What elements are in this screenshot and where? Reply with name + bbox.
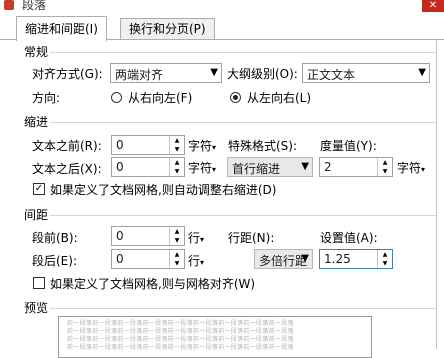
- spin-up-icon[interactable]: ▲: [170, 250, 184, 259]
- space-before-unit-text: 行: [188, 231, 201, 245]
- space-after-unit[interactable]: 行▾: [188, 252, 204, 269]
- setting-value: 1.25: [324, 252, 351, 266]
- spinner-buttons: ▲ ▼: [377, 250, 392, 268]
- indent-section-title: 缩进: [24, 115, 49, 129]
- caret-down-icon: ▾: [212, 165, 217, 174]
- spinner-buttons: ▲ ▼: [169, 158, 184, 176]
- preview-section-title: 预览: [24, 301, 49, 315]
- space-after-unit-text: 行: [188, 254, 201, 268]
- spinner-buttons: ▲ ▼: [169, 227, 184, 245]
- chevron-down-icon: ▼: [301, 253, 309, 264]
- measure-spinner[interactable]: 2 ▲ ▼: [319, 157, 393, 177]
- ltr-radio[interactable]: [230, 92, 241, 103]
- space-before-spinner[interactable]: 0 ▲ ▼: [111, 226, 185, 246]
- preview-line: 前一段落前一段落前一段落前一段落前一段落前一段落前一段落前一段落前一段落: [67, 336, 294, 343]
- tab-line-page-breaks[interactable]: 换行和分页(P): [120, 18, 215, 39]
- special-format-label: 特殊格式(S):: [228, 139, 298, 153]
- spin-up-icon[interactable]: ▲: [378, 250, 392, 259]
- snap-to-grid-label[interactable]: 如果定义了文档网格,则与网格对齐(W): [50, 275, 255, 292]
- line-spacing-select[interactable]: 多倍行距 ▼: [254, 249, 313, 269]
- space-before-unit[interactable]: 行▾: [188, 229, 204, 246]
- outline-level-value: 正文文本: [307, 68, 356, 82]
- measure-unit[interactable]: 字符▾: [397, 159, 425, 176]
- ltr-label[interactable]: 从左向右(L): [247, 89, 311, 106]
- spin-up-icon[interactable]: ▲: [170, 158, 184, 167]
- general-divider: [50, 52, 436, 53]
- outline-level-select[interactable]: 正文文本 ▼: [302, 63, 430, 83]
- indent-before-value: 0: [116, 138, 124, 152]
- snap-to-grid-checkbox[interactable]: [33, 277, 45, 289]
- tab-bar: 缩进和间距(I) 换行和分页(P): [0, 16, 444, 41]
- general-section-title: 常规: [24, 45, 49, 59]
- spin-down-icon[interactable]: ▼: [378, 259, 392, 268]
- caret-down-icon: ▾: [200, 258, 205, 267]
- tab-indent-spacing[interactable]: 缩进和间距(I): [16, 16, 107, 41]
- special-format-value: 首行缩进: [232, 162, 281, 176]
- caret-down-icon: ▾: [200, 235, 205, 244]
- measure-label: 度量值(Y):: [320, 139, 377, 153]
- spin-down-icon[interactable]: ▼: [170, 167, 184, 176]
- space-before-label: 段前(B):: [32, 231, 78, 245]
- spinner-buttons: ▲ ▼: [169, 136, 184, 154]
- alignment-select[interactable]: 两端对齐 ▼: [110, 63, 222, 83]
- space-before-value: 0: [116, 229, 124, 243]
- direction-label: 方向:: [32, 91, 61, 105]
- indent-before-unit-text: 字符: [188, 139, 213, 153]
- spacing-section-title: 间距: [24, 208, 49, 222]
- spin-down-icon[interactable]: ▼: [170, 236, 184, 245]
- rtl-label[interactable]: 从右向左(F): [128, 89, 192, 106]
- measure-unit-text: 字符: [397, 161, 422, 175]
- line-spacing-label: 行距(N):: [228, 231, 275, 245]
- setting-value-label: 设置值(A):: [320, 231, 378, 245]
- preview-divider: [50, 308, 436, 309]
- spin-down-icon[interactable]: ▼: [170, 145, 184, 154]
- rtl-radio[interactable]: [111, 92, 122, 103]
- indent-after-spinner[interactable]: 0 ▲ ▼: [111, 157, 185, 177]
- dialog-right-border: [436, 40, 437, 349]
- spin-up-icon[interactable]: ▲: [378, 158, 392, 167]
- indent-after-label: 文本之后(X):: [32, 162, 102, 176]
- close-button[interactable]: ✕: [422, 0, 444, 12]
- indent-before-spinner[interactable]: 0 ▲ ▼: [111, 135, 185, 155]
- caret-down-icon: ▾: [421, 165, 426, 174]
- preview-line: 前一段落前一段落前一段落前一段落前一段落前一段落前一段落前一段落前一段落: [67, 320, 294, 327]
- chevron-down-icon: ▼: [210, 67, 218, 78]
- setting-value-spinner[interactable]: 1.25 ▲ ▼: [319, 249, 393, 269]
- outline-level-label: 大纲级别(O):: [227, 67, 298, 81]
- auto-adjust-right-indent-checkbox[interactable]: ✓: [33, 183, 45, 195]
- indent-after-unit[interactable]: 字符▾: [188, 159, 216, 176]
- app-icon: [4, 0, 14, 10]
- indent-after-value: 0: [116, 160, 124, 174]
- caret-down-icon: ▾: [212, 143, 217, 152]
- spin-down-icon[interactable]: ▼: [378, 167, 392, 176]
- preview-line: 前一段落前一段落前一段落前一段落前一段落前一段落前一段落前一段落前一段落: [67, 328, 294, 335]
- line-spacing-value: 多倍行距: [259, 254, 308, 268]
- special-format-select[interactable]: 首行缩进 ▼: [227, 157, 313, 177]
- space-after-value: 0: [116, 252, 124, 266]
- indent-before-unit[interactable]: 字符▾: [188, 137, 216, 154]
- title-bar: 段落 ✕: [0, 0, 444, 16]
- spinner-buttons: ▲ ▼: [169, 250, 184, 268]
- spin-up-icon[interactable]: ▲: [170, 227, 184, 236]
- chevron-down-icon: ▼: [301, 161, 309, 172]
- preview-line: 前一段落前一段落前一段落前一段落前一段落前一段落前一段落前一段落前一段落: [67, 344, 294, 351]
- spacing-divider: [50, 215, 436, 216]
- space-after-spinner[interactable]: 0 ▲ ▼: [111, 249, 185, 269]
- close-icon: ✕: [428, 0, 438, 11]
- indent-before-label: 文本之前(R):: [32, 139, 102, 153]
- auto-adjust-right-indent-label[interactable]: 如果定义了文档网格,则自动调整右缩进(D): [50, 181, 276, 198]
- measure-value: 2: [324, 160, 332, 174]
- window-title: 段落: [22, 0, 47, 12]
- space-after-label: 段后(E):: [32, 254, 77, 268]
- indent-after-unit-text: 字符: [188, 161, 213, 175]
- chevron-down-icon: ▼: [418, 67, 426, 78]
- spinner-buttons: ▲ ▼: [377, 158, 392, 176]
- spin-down-icon[interactable]: ▼: [170, 259, 184, 268]
- indent-divider: [50, 122, 436, 123]
- preview-box: 前一段落前一段落前一段落前一段落前一段落前一段落前一段落前一段落前一段落 前一段…: [58, 316, 372, 358]
- checkmark-icon: ✓: [34, 183, 44, 194]
- alignment-label: 对齐方式(G):: [32, 67, 103, 81]
- spin-up-icon[interactable]: ▲: [170, 136, 184, 145]
- alignment-value: 两端对齐: [115, 68, 164, 82]
